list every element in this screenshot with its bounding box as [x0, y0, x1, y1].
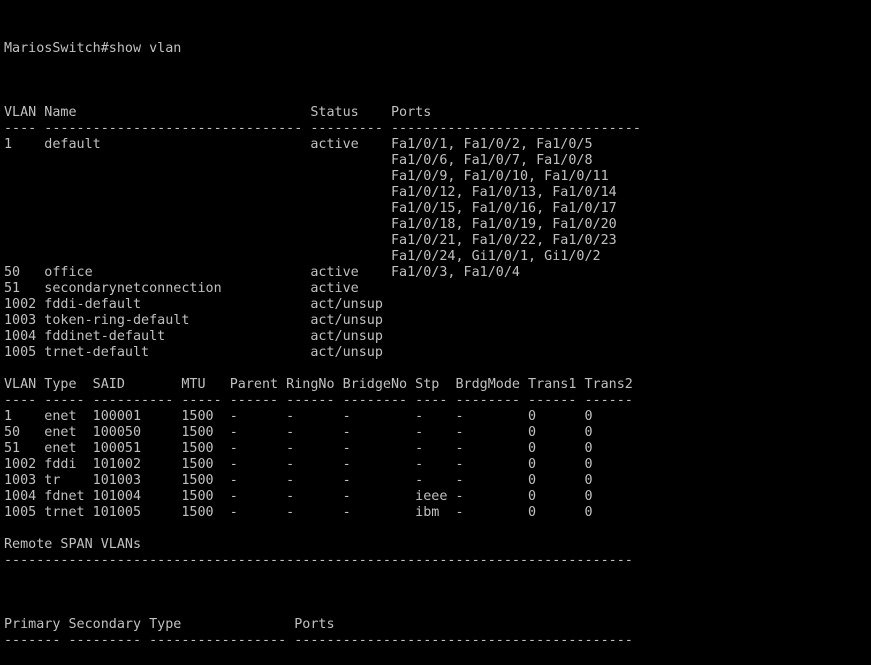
output-line: 51 secondarynetconnection active — [4, 281, 359, 296]
output-line: 1004 fdnet 101004 1500 - - - ieee - 0 0 — [4, 489, 593, 504]
output-line: ------- --------- ----------------- ----… — [4, 633, 633, 648]
output-line: Fa1/0/6, Fa1/0/7, Fa1/0/8 — [4, 153, 593, 168]
output-line: VLAN Name Status Ports — [4, 105, 432, 120]
output-line: 1005 trnet 101005 1500 - - - ibm - 0 0 — [4, 505, 593, 520]
terminal-window[interactable]: MariosSwitch#show vlan VLAN Name Status … — [0, 0, 871, 648]
output-line: Fa1/0/24, Gi1/0/1, Gi1/0/2 — [4, 249, 601, 264]
output-line: 50 enet 100050 1500 - - - - - 0 0 — [4, 425, 593, 440]
output-line: 1002 fddi 101002 1500 - - - - - 0 0 — [4, 457, 593, 472]
output-line: Fa1/0/18, Fa1/0/19, Fa1/0/20 — [4, 217, 617, 232]
output-line: ---- -------------------------------- --… — [4, 121, 641, 136]
output-line: 1002 fddi-default act/unsup — [4, 297, 383, 312]
output-line: 51 enet 100051 1500 - - - - - 0 0 — [4, 441, 593, 456]
output-line: Primary Secondary Type Ports — [4, 617, 335, 632]
output-line: Fa1/0/12, Fa1/0/13, Fa1/0/14 — [4, 185, 617, 200]
output-line: 1003 tr 101003 1500 - - - - - 0 0 — [4, 473, 593, 488]
output-line: 1 default active Fa1/0/1, Fa1/0/2, Fa1/0… — [4, 137, 593, 152]
output-line: VLAN Type SAID MTU Parent RingNo BridgeN… — [4, 377, 633, 392]
output-line: 1 enet 100001 1500 - - - - - 0 0 — [4, 409, 593, 424]
output-line: Fa1/0/21, Fa1/0/22, Fa1/0/23 — [4, 233, 617, 248]
output-line: Remote SPAN VLANs — [4, 537, 142, 552]
output-line: 1003 token-ring-default act/unsup — [4, 313, 383, 328]
output-line: 1004 fddinet-default act/unsup — [4, 329, 383, 344]
output-line: 1005 trnet-default act/unsup — [4, 345, 383, 360]
output-line: ----------------------------------------… — [4, 553, 633, 568]
output-line: 50 office active Fa1/0/3, Fa1/0/4 — [4, 265, 520, 280]
output-line: Fa1/0/15, Fa1/0/16, Fa1/0/17 — [4, 201, 617, 216]
output-line: Fa1/0/9, Fa1/0/10, Fa1/0/11 — [4, 169, 609, 184]
command-prompt: MariosSwitch#show vlan — [4, 41, 182, 56]
output-line: ---- ----- ---------- ----- ------ -----… — [4, 393, 633, 408]
command-output: VLAN Name Status Ports ---- -------------… — [4, 89, 871, 649]
